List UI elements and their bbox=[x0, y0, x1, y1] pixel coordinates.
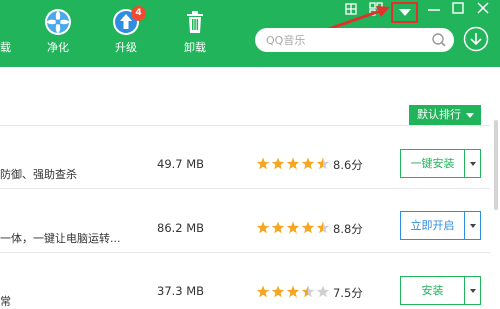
star-icon bbox=[271, 285, 285, 298]
caret-down-icon[interactable] bbox=[470, 224, 476, 228]
nav-label-purify: 净化 bbox=[47, 41, 69, 54]
nav-item-uninstall[interactable]: 卸载 bbox=[165, 8, 225, 60]
nav-item-purify[interactable]: 净化 bbox=[28, 8, 88, 60]
action-label: 安装 bbox=[421, 284, 444, 297]
header-bar: 载 净化 4 升级 卸载 QQ音乐 bbox=[0, 0, 500, 67]
action-label: 立即开启 bbox=[410, 219, 455, 232]
app-size: 37.3 MB bbox=[157, 284, 205, 298]
caret-down-icon bbox=[466, 113, 474, 118]
search-icon[interactable] bbox=[431, 32, 447, 48]
nav-label-download: 载 bbox=[0, 41, 11, 54]
purify-icon bbox=[45, 9, 71, 35]
install-button[interactable]: 一键安装 bbox=[400, 149, 481, 178]
menu-dropdown-button[interactable] bbox=[391, 2, 418, 23]
rating-stars-icon bbox=[256, 221, 330, 234]
app-score: 8.6分 bbox=[333, 158, 363, 172]
action-divider bbox=[464, 212, 465, 239]
star-icon bbox=[316, 285, 330, 298]
star-icon bbox=[301, 285, 315, 298]
star-icon bbox=[286, 221, 300, 234]
download-manager-icon[interactable] bbox=[463, 26, 489, 52]
sort-label: 默认排行 bbox=[417, 108, 461, 121]
app-window: 载 净化 4 升级 卸载 QQ音乐 默认排行 防御、强助查杀 49.7 MB 8… bbox=[0, 0, 500, 309]
star-icon bbox=[301, 221, 315, 234]
star-icon bbox=[271, 157, 285, 170]
app-score: 7.5分 bbox=[333, 286, 363, 300]
search-input[interactable] bbox=[266, 32, 426, 48]
caret-down-icon[interactable] bbox=[470, 162, 476, 166]
star-icon bbox=[286, 157, 300, 170]
star-icon bbox=[256, 157, 270, 170]
sort-dropdown[interactable]: 默认排行 bbox=[409, 105, 481, 125]
minimize-icon[interactable] bbox=[425, 1, 443, 17]
star-icon bbox=[316, 157, 330, 170]
open-button[interactable]: 立即开启 bbox=[400, 211, 481, 240]
star-icon bbox=[316, 221, 330, 234]
list-item: 一体，一键让电脑运转... 86.2 MB 8.8分 立即开启 bbox=[0, 188, 490, 250]
app-size: 49.7 MB bbox=[157, 157, 205, 171]
rating-stars-icon bbox=[256, 285, 330, 298]
scrollbar[interactable] bbox=[494, 120, 498, 210]
trash-icon bbox=[187, 11, 203, 33]
star-icon bbox=[286, 285, 300, 298]
app-description: 一体，一键让电脑运转... bbox=[0, 232, 121, 245]
nav-label-upgrade: 升级 bbox=[115, 41, 137, 54]
app-description: 防御、强助查杀 bbox=[0, 168, 77, 181]
list-item: 常 37.3 MB 7.5分 安装 bbox=[0, 252, 490, 309]
app-size: 86.2 MB bbox=[157, 221, 205, 235]
triangle-down-icon bbox=[399, 9, 411, 16]
star-icon bbox=[256, 285, 270, 298]
nav-item-upgrade[interactable]: 4 升级 bbox=[96, 6, 156, 60]
search-box bbox=[255, 28, 454, 52]
nav-label-uninstall: 卸载 bbox=[184, 41, 206, 54]
close-icon[interactable] bbox=[474, 1, 492, 17]
app-description: 常 bbox=[0, 295, 11, 308]
rating-stars-icon bbox=[256, 157, 330, 170]
action-divider bbox=[464, 150, 465, 177]
list-item: 防御、强助查杀 49.7 MB 8.6分 一键安装 bbox=[0, 125, 490, 187]
action-label: 一键安装 bbox=[410, 157, 455, 170]
action-divider bbox=[464, 277, 465, 304]
star-icon bbox=[301, 157, 315, 170]
toolbar: 默认排行 bbox=[0, 67, 500, 125]
install-button[interactable]: 安装 bbox=[400, 276, 481, 305]
upgrade-badge: 4 bbox=[131, 6, 146, 21]
star-icon bbox=[271, 221, 285, 234]
app-score: 8.8分 bbox=[333, 222, 363, 236]
caret-down-icon[interactable] bbox=[470, 289, 476, 293]
star-icon bbox=[256, 221, 270, 234]
maximize-icon[interactable] bbox=[449, 1, 467, 17]
